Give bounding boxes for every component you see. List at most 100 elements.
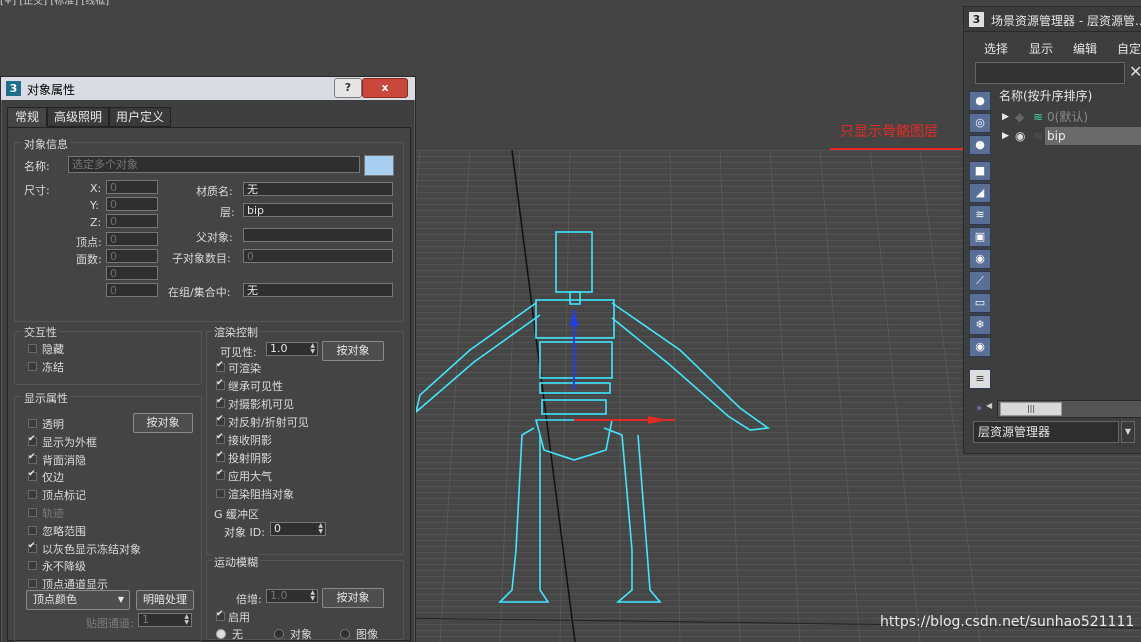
close-button[interactable]: x [362,78,408,98]
vertex-color-dropdown[interactable]: 顶点颜色 ▼ [26,590,130,610]
spinner-arrows-icon: ▲ ▼ [310,589,315,602]
extra-value-2: 0 [106,283,158,297]
filter-helpers-icon[interactable]: ◢ [969,183,991,203]
close-icon[interactable]: ✕ [1129,62,1141,81]
spinner-arrows-icon: ▲ ▼ [184,613,189,626]
column-header-name[interactable]: 名称(按升序排序) [997,87,1141,106]
object-properties-dialog[interactable]: 3 对象属性 ? x 常规 高级照明 用户定义 对象信息 名称: 尺寸: X: … [0,76,416,642]
scene-explorer-panel[interactable]: 3 场景资源管理器 - 层资源管... 选择 显示 编辑 自定 ✕ ● ◎ ● … [963,6,1141,454]
viewport[interactable]: [+] [正交] [标准] [线框] 3 对象属性 ? x 常规 高级照明 用户… [0,0,1141,642]
visibility-label: 可见性: [220,346,257,359]
scroll-left-icon[interactable]: ◀ [986,401,992,410]
display-option-checkbox[interactable] [28,541,37,553]
display-option-checkbox[interactable] [28,508,37,517]
visibility-spinner[interactable]: 1.0 ▲ ▼ [266,342,318,356]
tab-general[interactable]: 常规 [7,107,47,127]
render-option-checkbox[interactable] [216,378,225,390]
visibility-eye-icon[interactable]: ◉ [1015,127,1025,145]
explorer-mode-select[interactable]: 层资源管理器 [973,421,1119,443]
render-option-checkbox[interactable] [216,489,225,498]
layer-label: 层: [220,206,235,219]
filter-frozen-icon[interactable]: ❄ [969,315,991,335]
interactivity-title: 交互性 [22,324,59,340]
motion-blur-by-object-button[interactable]: 按对象 [322,588,384,608]
tab-user-defined[interactable]: 用户定义 [109,107,171,127]
render-by-object-button[interactable]: 按对象 [322,341,384,361]
name-field[interactable] [68,156,360,173]
expand-arrow-icon[interactable]: ▶ [1002,108,1009,126]
visibility-eye-icon[interactable]: ◆ [1015,108,1024,126]
expand-icon[interactable]: » [976,403,982,414]
parent-label: 父对象: [196,231,233,244]
help-button[interactable]: ? [334,78,362,98]
freeze-checkbox[interactable] [28,362,37,371]
layer-row-bip[interactable]: ▶ ◉ ≋ bip [997,127,1141,145]
display-option-checkbox[interactable] [28,452,37,464]
search-input[interactable] [975,62,1125,84]
scene-explorer-titlebar[interactable]: 3 场景资源管理器 - 层资源管... [964,7,1141,32]
shaded-button[interactable]: 明暗处理 [136,590,194,610]
object-id-spinner[interactable]: 0 ▲ ▼ [270,522,326,536]
display-option-checkbox[interactable] [28,469,37,482]
render-option-checkbox[interactable] [216,414,225,426]
options-icon[interactable]: ≡ [969,369,991,389]
display-option-checkbox[interactable] [28,434,37,446]
radio-none[interactable] [216,629,226,639]
filter-containers-icon[interactable]: ▭ [969,293,991,313]
display-by-object-button[interactable]: 按对象 [133,413,193,433]
filter-bones-icon[interactable]: ⟋ [969,271,991,291]
layer-stack-icon: ≋ [1033,110,1044,124]
filter-groups-icon[interactable]: ▣ [969,227,991,247]
viewport-label[interactable]: [+] [正交] [标准] [线框] [0,0,300,6]
render-option-checkbox[interactable] [216,468,225,480]
radio-object[interactable] [274,629,284,639]
display-option-checkbox[interactable] [28,525,37,535]
dialog-titlebar[interactable]: 3 对象属性 ? x [1,77,415,100]
expand-arrow-icon[interactable]: ▶ [1002,127,1009,145]
render-option-checkbox[interactable] [216,432,225,444]
filter-xrefs-icon[interactable]: ◉ [969,249,991,269]
filter-cameras-icon[interactable]: ■ [969,161,991,181]
filter-shapes-icon[interactable]: ● [969,135,991,155]
motion-blur-title: 运动模糊 [212,554,260,570]
multiplier-spinner[interactable]: 1.0 ▲ ▼ [266,589,318,603]
menu-select[interactable]: 选择 [984,40,1008,57]
render-option-label: 对摄影机可见 [228,398,294,411]
layer-stack-icon: ≋ [1033,129,1044,143]
scroll-thumb[interactable]: ||| [1000,402,1062,416]
filter-geometry-icon[interactable]: ◎ [969,113,991,133]
display-option-checkbox[interactable] [28,579,37,589]
render-option-checkbox[interactable] [216,450,225,462]
object-color-swatch[interactable] [364,155,394,176]
tab-advanced-lighting[interactable]: 高级照明 [47,107,109,127]
map-channel-spinner[interactable]: 1 ▲ ▼ [138,613,192,627]
filter-all-icon[interactable]: ● [969,91,991,111]
x-label: X: [90,182,102,195]
render-option-checkbox[interactable] [216,396,225,408]
display-option-checkbox[interactable] [28,490,37,500]
render-option-label: 投射阴影 [228,452,272,465]
layer-value: bip [243,203,393,217]
horizontal-scrollbar[interactable]: ◀ ||| [986,400,1141,418]
verts-value: 0 [106,232,158,246]
scene-explorer-title: 场景资源管理器 - 层资源管... [991,14,1141,28]
menu-display[interactable]: 显示 [1029,40,1053,57]
filter-spacewarps-icon[interactable]: ≋ [969,205,991,225]
display-option-checkbox[interactable] [28,419,37,428]
radio-image[interactable] [340,629,350,639]
hide-label: 隐藏 [42,343,64,356]
motion-blur-enabled-checkbox[interactable] [216,609,225,621]
render-option-checkbox[interactable] [216,360,225,372]
chevron-down-icon[interactable]: ▼ [1121,421,1135,443]
hide-checkbox[interactable] [28,344,37,353]
display-option-label: 忽略范围 [42,524,86,538]
object-id-value: 0 [274,522,281,535]
render-control-title: 渲染控制 [212,324,260,340]
filter-hidden-icon[interactable]: ◉ [969,337,991,357]
layer-row-default[interactable]: ▶ ◆ ≋ 0(默认) [997,108,1141,126]
menu-edit[interactable]: 编辑 [1073,40,1097,57]
app-icon: 3 [6,81,21,96]
menu-customize[interactable]: 自定 [1117,40,1141,57]
render-option-label: 渲染阻挡对象 [228,488,294,501]
display-option-checkbox[interactable] [28,561,37,571]
